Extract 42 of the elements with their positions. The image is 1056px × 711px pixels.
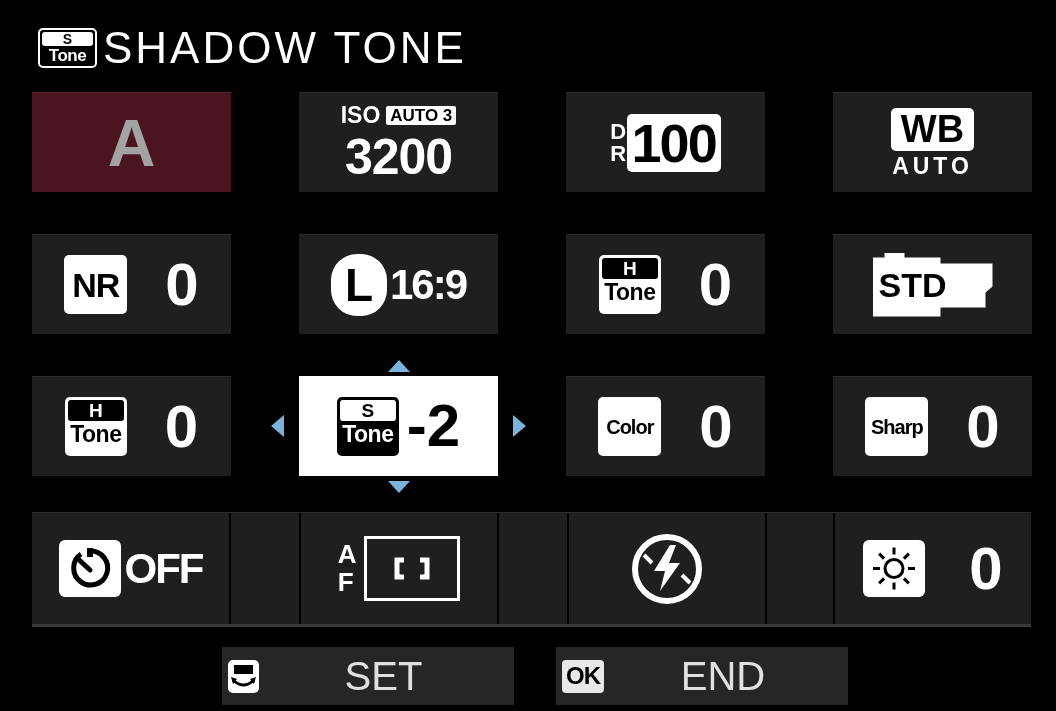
menu-tile[interactable]: 0 xyxy=(835,513,1031,624)
menu-title: SHADOW TONE xyxy=(103,26,467,70)
badge-letter: S xyxy=(339,399,396,421)
menu-tile[interactable]: STD xyxy=(833,234,1032,334)
wb-tag: WB xyxy=(890,107,975,151)
setting-badge: NR xyxy=(64,255,128,314)
setting-badge: Sharp xyxy=(865,397,929,456)
right-arrow-icon xyxy=(513,415,526,437)
badge-letter: S xyxy=(42,32,93,46)
badge-label: Tone xyxy=(48,47,87,64)
footer-button[interactable]: SET xyxy=(222,647,514,705)
left-arrow-icon xyxy=(271,415,284,437)
focus-frame-icon xyxy=(364,536,461,601)
flash-icon xyxy=(630,532,704,605)
menu-tile[interactable]: ISO AUTO 3 3200 xyxy=(299,92,498,192)
setting-badge: Color xyxy=(598,397,662,456)
menu-tile[interactable]: WB AUTO xyxy=(833,92,1032,192)
film-canister-badge: STD xyxy=(872,252,993,317)
menu-tile[interactable]: NR 0 xyxy=(32,234,231,334)
menu-tile[interactable]: A xyxy=(32,92,231,192)
footer-button[interactable]: OK END xyxy=(556,647,848,705)
menu-tile[interactable]: OFF xyxy=(32,513,229,624)
value-tag: 100 xyxy=(626,113,721,172)
badge-label: Tone xyxy=(604,281,656,304)
menu-tile[interactable]: L 16:9 xyxy=(299,234,498,334)
badge-letter: H xyxy=(67,400,124,421)
down-arrow-icon xyxy=(387,481,410,493)
ok-key: OK xyxy=(562,659,604,693)
tray-arrows-icon xyxy=(228,659,259,693)
sun-icon xyxy=(863,540,926,597)
self-timer-icon xyxy=(58,540,121,597)
menu-tile[interactable]: H Tone 0 xyxy=(566,234,765,334)
menu-tile[interactable]: Color 0 xyxy=(566,376,765,476)
badge-letter: H xyxy=(601,258,658,279)
menu-tile[interactable]: Sharp 0 xyxy=(833,376,1032,476)
badge-label: Tone xyxy=(342,422,394,446)
badge-label: Tone xyxy=(70,423,122,446)
mode-tag: AUTO 3 xyxy=(386,105,457,125)
up-arrow-icon xyxy=(387,360,410,372)
menu-tile[interactable]: AF xyxy=(301,513,497,624)
menu-tile[interactable]: H Tone 0 xyxy=(32,376,231,476)
size-tag: L xyxy=(330,253,387,316)
